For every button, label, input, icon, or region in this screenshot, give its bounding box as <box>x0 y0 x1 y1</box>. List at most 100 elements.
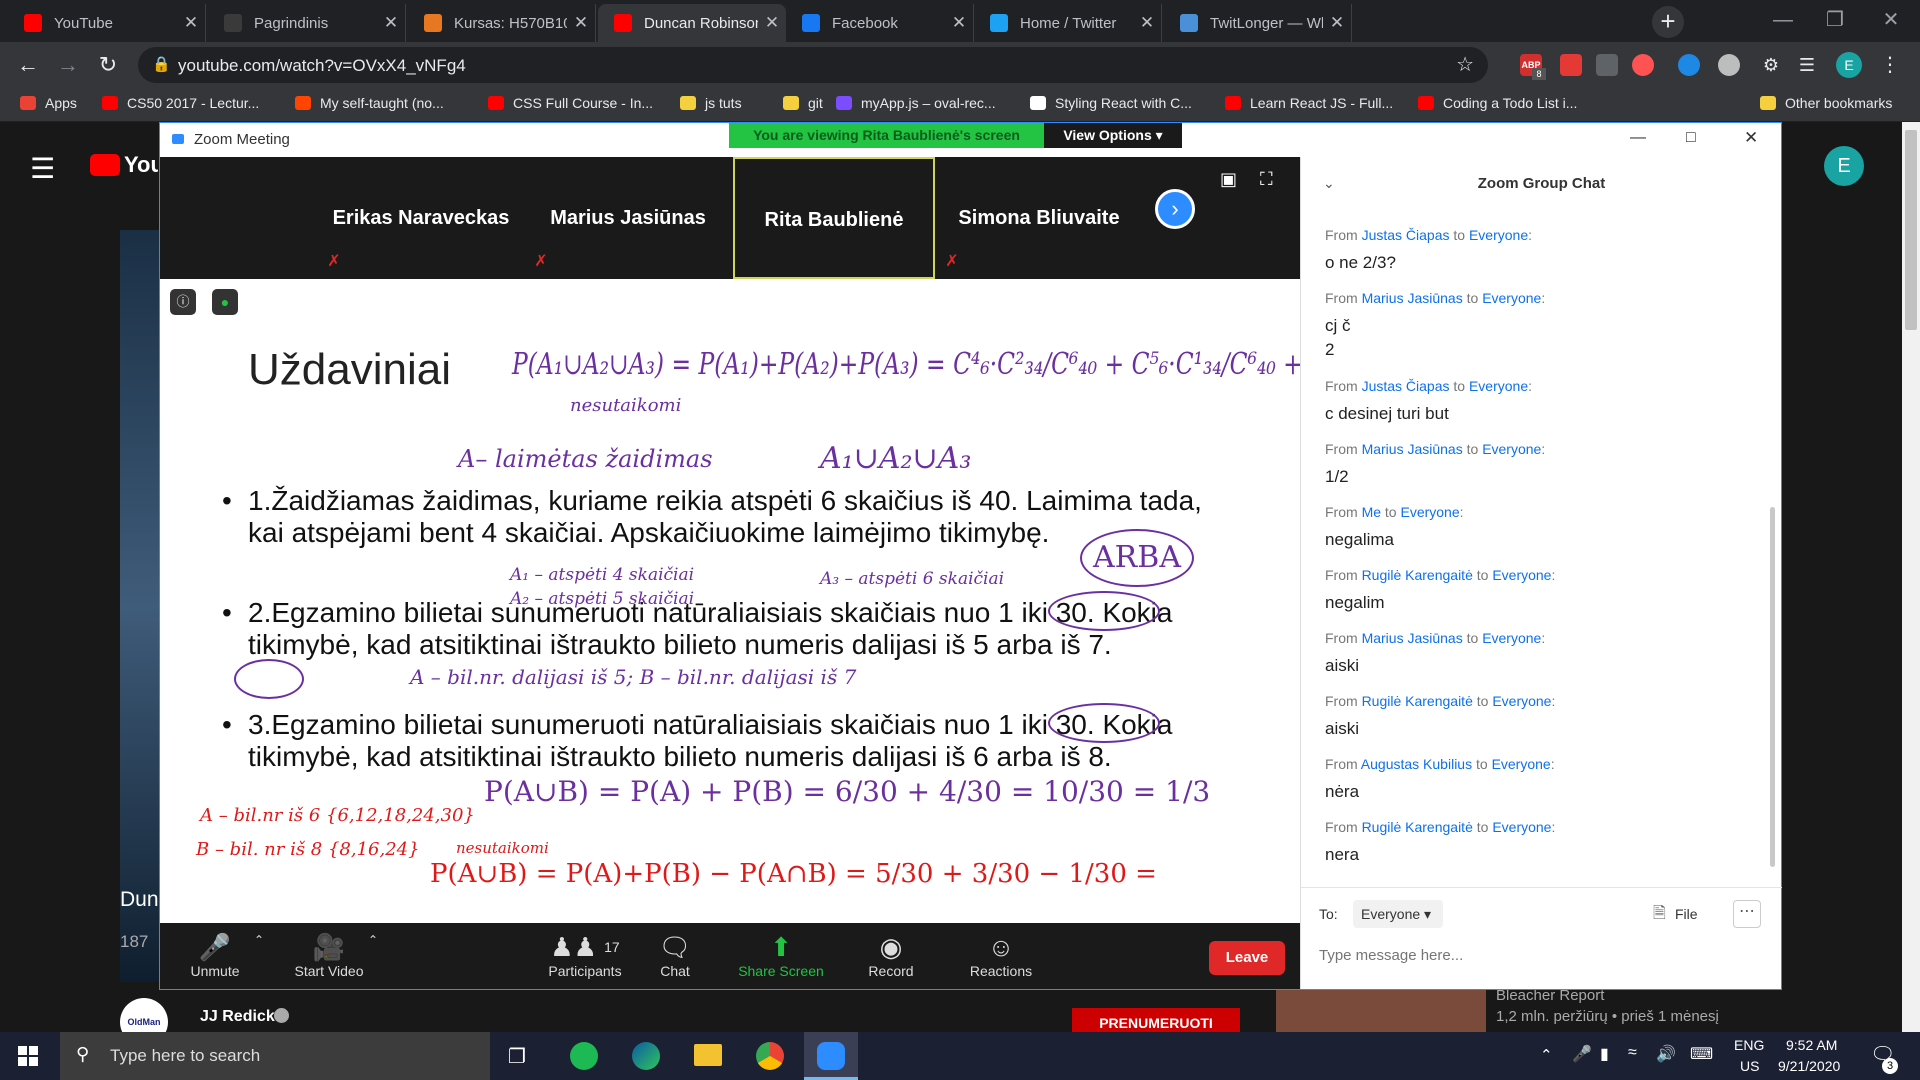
tab-close-icon[interactable]: ✕ <box>1323 13 1351 33</box>
extension-icon[interactable] <box>1718 54 1740 76</box>
more-options-icon[interactable]: ⋯ <box>1733 900 1761 928</box>
zoom-taskbar-button[interactable] <box>804 1032 858 1080</box>
new-tab-button[interactable]: + <box>1652 6 1684 38</box>
bookmark-item[interactable]: Styling React with C... <box>1030 95 1192 111</box>
youtube-logo-icon[interactable] <box>90 154 120 176</box>
language-indicator[interactable]: ENG <box>1734 1037 1764 1053</box>
reload-icon[interactable]: ↻ <box>92 50 124 82</box>
hamburger-menu-icon[interactable]: ☰ <box>30 152 55 185</box>
tab-close-icon[interactable]: ✕ <box>567 13 595 33</box>
unmute-caret-icon[interactable]: ⌃ <box>254 933 264 947</box>
video-caret-icon[interactable]: ⌃ <box>368 933 378 947</box>
bookmark-item[interactable]: Other bookmarks <box>1760 95 1892 111</box>
recipient-name[interactable]: Everyone <box>1482 630 1541 646</box>
subscribe-button[interactable]: PRENUMERUOTI <box>1072 1008 1240 1032</box>
fullscreen-icon[interactable]: ⛶ <box>1260 169 1273 190</box>
participant-tile[interactable]: Simona Bliuvaite ✗ <box>938 157 1140 279</box>
keyboard-icon[interactable]: ⌨ <box>1690 1044 1713 1064</box>
spotify-icon[interactable] <box>570 1042 598 1070</box>
related-video-thumbnail[interactable] <box>1276 990 1486 1032</box>
extensions-puzzle-icon[interactable]: ⚙ <box>1760 54 1782 76</box>
close-window-icon[interactable]: ✕ <box>1862 0 1920 40</box>
recipient-name[interactable]: Everyone <box>1492 756 1551 772</box>
bookmark-star-icon[interactable]: ☆ <box>1456 52 1474 77</box>
share-screen-button[interactable]: ⬆ Share Screen <box>726 931 836 979</box>
bookmark-item[interactable]: myApp.js – oval-rec... <box>836 95 996 111</box>
page-scrollbar[interactable] <box>1902 122 1920 1032</box>
back-icon[interactable]: ← <box>12 50 44 82</box>
bookmark-item[interactable]: My self-taught (no... <box>295 95 444 111</box>
next-page-icon[interactable]: › <box>1155 189 1195 229</box>
sender-name[interactable]: Marius Jasiūnas <box>1362 441 1463 457</box>
browser-tab[interactable]: Home / Twitter ✕ <box>974 4 1162 42</box>
taskbar-search[interactable]: ⚲ Type here to search <box>60 1032 490 1080</box>
recipient-dropdown[interactable]: Everyone ▾ <box>1353 900 1443 928</box>
browser-tab[interactable]: Duncan Robinson on C✕ <box>598 4 786 42</box>
clock-time[interactable]: 9:52 AM <box>1786 1037 1837 1053</box>
sender-name[interactable]: Marius Jasiūnas <box>1362 290 1463 306</box>
address-bar[interactable]: 🔒 youtube.com/watch?v=OVxX4_vNFg4 ☆ <box>138 47 1488 83</box>
leave-button[interactable]: Leave <box>1209 941 1285 975</box>
minimize-icon[interactable]: — <box>1754 0 1812 40</box>
profile-avatar[interactable]: E <box>1836 52 1862 78</box>
recipient-name[interactable]: Everyone <box>1492 819 1551 835</box>
forward-icon[interactable]: → <box>52 50 84 82</box>
battery-icon[interactable]: ▮ <box>1600 1044 1609 1064</box>
recipient-name[interactable]: Everyone <box>1469 227 1528 243</box>
channel-name[interactable]: JJ Redick <box>200 1008 275 1026</box>
extension-icon[interactable] <box>1560 54 1582 76</box>
extension-icon[interactable] <box>1632 54 1654 76</box>
browser-tab[interactable]: TwitLonger — When yo✕ <box>1164 4 1352 42</box>
recipient-name[interactable]: Everyone <box>1492 567 1551 583</box>
security-shield-icon[interactable]: ● <box>212 289 238 315</box>
clock-date[interactable]: 9/21/2020 <box>1778 1058 1840 1074</box>
bookmark-item[interactable]: Coding a Todo List i... <box>1418 95 1577 111</box>
browser-tab[interactable]: Facebook ✕ <box>786 4 974 42</box>
bookmark-item[interactable]: git <box>783 95 823 111</box>
tab-close-icon[interactable]: ✕ <box>758 13 786 33</box>
sender-name[interactable]: Justas Čiapas <box>1362 378 1450 394</box>
chat-message-input[interactable] <box>1311 940 1771 970</box>
volume-icon[interactable]: 🔊 <box>1656 1044 1676 1064</box>
info-icon[interactable]: ⓘ <box>170 289 196 315</box>
avatar[interactable]: E <box>1824 146 1864 186</box>
edge-icon[interactable] <box>632 1042 660 1070</box>
sender-name[interactable]: Marius Jasiūnas <box>1362 630 1463 646</box>
sender-name[interactable]: Me <box>1362 504 1381 520</box>
restore-icon[interactable]: ❐ <box>1806 0 1864 40</box>
windows-start-icon[interactable] <box>18 1046 38 1066</box>
bookmark-item[interactable]: CSS Full Course - In... <box>488 95 653 111</box>
browser-tab[interactable]: Kursas: H570B104 Engl✕ <box>408 4 596 42</box>
reactions-button[interactable]: ☺ Reactions <box>946 931 1056 979</box>
bookmark-item[interactable]: Apps <box>20 95 77 111</box>
bookmark-item[interactable]: js tuts <box>680 95 742 111</box>
recipient-name[interactable]: Everyone <box>1482 441 1541 457</box>
sender-name[interactable]: Rugilė Karengaitė <box>1362 567 1473 583</box>
participant-tile[interactable]: Marius Jasiūnas ✗ <box>527 157 729 279</box>
bookmark-item[interactable]: Learn React JS - Full... <box>1225 95 1393 111</box>
recipient-name[interactable]: Everyone <box>1469 378 1528 394</box>
view-options-button[interactable]: View Options ▾ <box>1044 123 1182 148</box>
menu-kebab-icon[interactable]: ⋮ <box>1880 52 1900 77</box>
tab-close-icon[interactable]: ✕ <box>1133 13 1161 33</box>
file-explorer-icon[interactable] <box>694 1044 722 1066</box>
tab-close-icon[interactable]: ✕ <box>945 13 973 33</box>
speaker-view-icon[interactable]: ▣ <box>1220 169 1237 190</box>
scrollbar-thumb[interactable] <box>1905 130 1917 330</box>
extension-icon[interactable] <box>1678 54 1700 76</box>
sender-name[interactable]: Rugilė Karengaitė <box>1362 693 1473 709</box>
chat-button[interactable]: 🗨 Chat <box>620 931 730 979</box>
recipient-name[interactable]: Everyone <box>1400 504 1459 520</box>
recipient-name[interactable]: Everyone <box>1492 693 1551 709</box>
file-icon[interactable]: 🗎 <box>1653 902 1666 929</box>
browser-tab[interactable]: Pagrindinis ✕ <box>208 4 406 42</box>
maximize-icon[interactable]: □ <box>1686 129 1696 147</box>
tab-close-icon[interactable]: ✕ <box>377 13 405 33</box>
sender-name[interactable]: Augustas Kubilius <box>1361 756 1472 772</box>
tray-chevron-icon[interactable]: ⌃ <box>1540 1046 1553 1064</box>
tab-close-icon[interactable]: ✕ <box>177 13 205 33</box>
browser-tab[interactable]: YouTube ✕ <box>8 4 206 42</box>
sender-name[interactable]: Justas Čiapas <box>1362 227 1450 243</box>
bookmark-item[interactable]: CS50 2017 - Lectur... <box>102 95 259 111</box>
participant-tile[interactable]: Erikas Naraveckas ✗ <box>320 157 522 279</box>
